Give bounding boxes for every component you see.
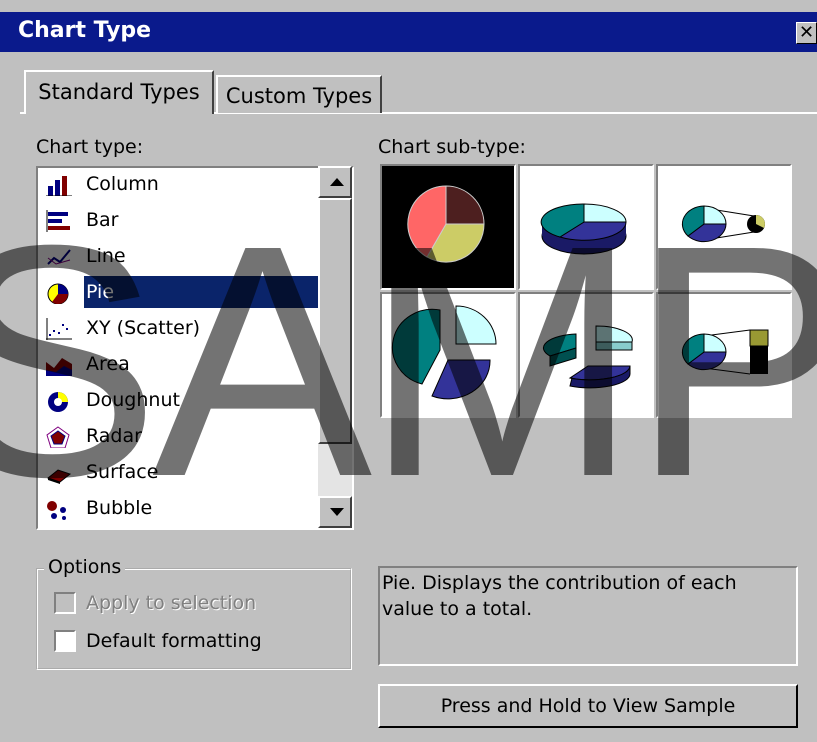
chart-type-item-xy-scatter[interactable]: XY (Scatter) [42,312,320,346]
chart-subtype-label: Chart sub-type: [378,136,526,158]
subtype-pie[interactable] [380,164,516,290]
chart-type-label: Chart type: [36,136,144,158]
scroll-thumb[interactable] [318,198,352,444]
chart-type-item-surface[interactable]: Surface [42,456,320,490]
chart-description: Pie. Displays the contribution of each v… [378,566,798,666]
default-formatting-checkbox[interactable] [54,630,76,652]
area-chart-icon [46,354,72,376]
chart-type-item-bubble[interactable]: Bubble [42,492,320,526]
chart-type-item-label: XY (Scatter) [86,317,201,339]
close-button[interactable]: ✕ [796,22,817,44]
subtype-exploded-3d-pie[interactable] [518,292,654,418]
pie-chart-icon [46,282,72,305]
scroll-up-button[interactable] [318,166,352,198]
chart-type-item-label: Radar [86,425,142,447]
chart-type-item-label: Area [86,353,130,375]
apply-to-selection-checkbox[interactable] [54,592,76,614]
tab-standard-types[interactable]: Standard Types [24,70,214,114]
arrow-down-icon [330,508,344,516]
view-sample-button[interactable]: Press and Hold to View Sample [378,684,798,728]
surface-chart-icon [46,462,72,484]
subtype-exploded-pie[interactable] [380,292,516,418]
chart-type-item-label: Surface [86,461,159,483]
default-formatting-label: Default formatting [86,630,262,652]
chart-type-item-column[interactable]: Column [42,168,320,202]
chart-type-item-label: Doughnut [86,389,180,411]
options-group [36,568,352,670]
apply-to-selection-label: Apply to selection [86,592,257,614]
chart-type-item-pie[interactable]: Pie [42,275,321,310]
subtype-pie-of-pie[interactable] [656,164,792,290]
chart-type-item-label: Pie [83,275,321,309]
chart-type-item-bar[interactable]: Bar [42,204,320,238]
chart-type-item-label: Line [86,245,126,267]
chart-type-item-line[interactable]: Line [42,240,320,274]
line-chart-icon [46,246,72,268]
tab-custom-types[interactable]: Custom Types [216,75,382,113]
column-chart-icon [46,174,72,197]
subtype-bar-of-pie[interactable] [656,292,792,418]
subtype-3d-pie[interactable] [518,164,654,290]
doughnut-chart-icon [46,390,72,412]
chart-type-item-radar[interactable]: Radar [42,420,320,454]
chart-type-item-label: Bubble [86,497,153,519]
arrow-up-icon [330,178,344,186]
chart-type-item-doughnut[interactable]: Doughnut [42,384,320,418]
chart-type-item-label: Column [86,173,159,195]
radar-chart-icon [46,426,72,449]
scatter-chart-icon [46,318,72,340]
options-legend: Options [44,556,126,578]
bar-chart-icon [46,210,72,232]
chart-subtype-grid [378,164,792,418]
listbox-scrollbar[interactable] [318,166,352,528]
chart-type-listbox[interactable]: Column Bar Line Pie XY (Scatter) Area Doughnut… [36,166,354,530]
scroll-down-button[interactable] [318,496,352,528]
dialog-title: Chart Type [18,18,152,43]
pie-icon [407,185,485,263]
close-icon: ✕ [798,22,815,43]
bubble-chart-icon [46,498,72,520]
chart-type-item-area[interactable]: Area [42,348,320,382]
chart-type-item-label: Bar [86,209,119,231]
